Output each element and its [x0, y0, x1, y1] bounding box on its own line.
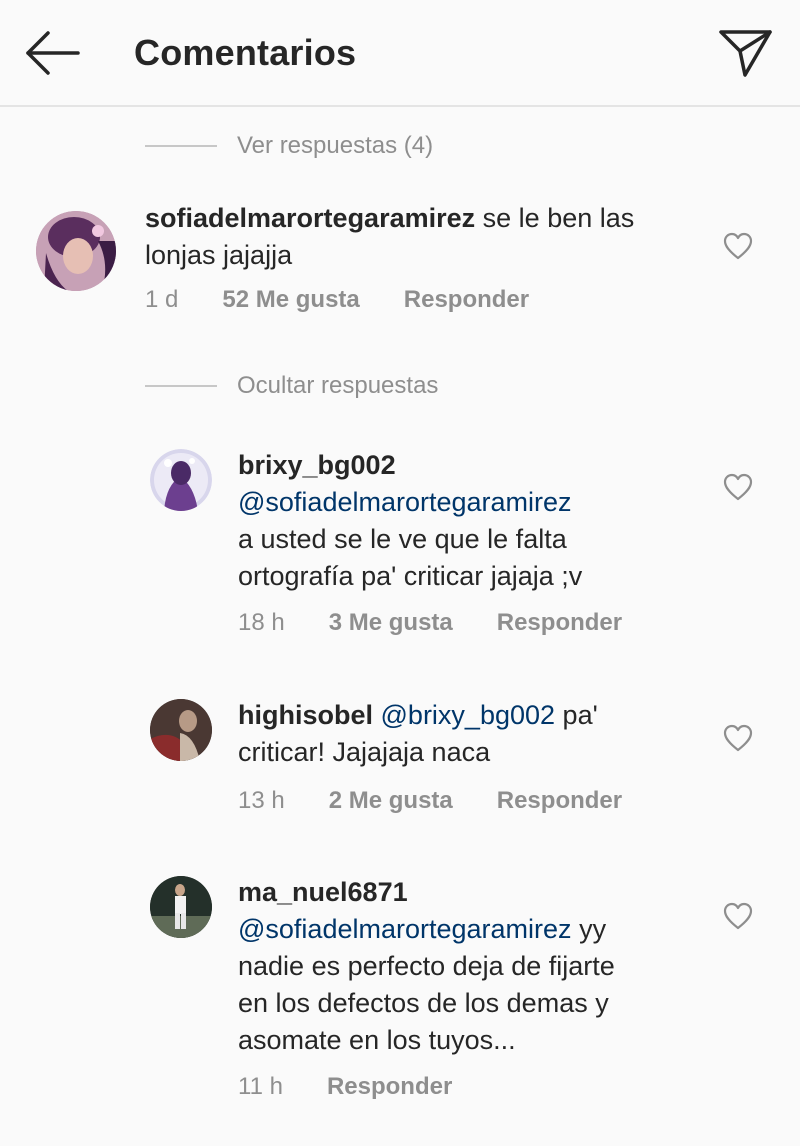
comment-likes[interactable]: 3 Me gusta	[329, 609, 453, 637]
comment-text-line: lonjas jajajja	[145, 240, 293, 270]
comment-body: sofiadelmarortegaramirez se le ben las l…	[145, 200, 705, 274]
avatar[interactable]	[150, 699, 212, 761]
comment-username[interactable]: highisobel	[238, 700, 373, 730]
comment-meta: 13 h 2 Me gusta Responder	[238, 787, 622, 815]
comment-body: brixy_bg002 @sofiadelmarortegaramirez a …	[238, 447, 708, 595]
comment-text-line: ortografía pa' criticar jajaja ;v	[238, 561, 583, 591]
comment-mention[interactable]: @brixy_bg002	[381, 700, 556, 730]
comment-username[interactable]: ma_nuel6871	[238, 877, 408, 907]
comment-text-line: se le ben las	[482, 203, 635, 233]
comment-mention[interactable]: @sofiadelmarortegaramirez	[238, 914, 572, 944]
avatar[interactable]	[150, 449, 212, 511]
comment-meta: 1 d 52 Me gusta Responder	[145, 286, 529, 314]
comments-list: Ver respuestas (4) sofiadelmarortegarami…	[0, 109, 800, 1146]
comment-username[interactable]: brixy_bg002	[238, 450, 396, 480]
reply-button[interactable]: Responder	[497, 609, 622, 637]
avatar[interactable]	[36, 211, 116, 291]
comment-username[interactable]: sofiadelmarortegaramirez	[145, 203, 475, 233]
comment-likes[interactable]: 52 Me gusta	[222, 286, 359, 314]
comment-body: highisobel @brixy_bg002 pa' criticar! Ja…	[238, 697, 718, 771]
comment-meta: 11 h Responder	[238, 1073, 452, 1101]
comment-mention[interactable]: @sofiadelmarortegaramirez	[238, 487, 572, 517]
page-title: Comentarios	[134, 32, 357, 73]
reply-button[interactable]: Responder	[404, 286, 529, 314]
comment-text-line: nadie es perfecto deja de fijarte	[238, 951, 615, 981]
direct-send-icon	[719, 30, 772, 77]
view-replies-label: Ver respuestas (4)	[237, 132, 434, 159]
comment-meta: 18 h 3 Me gusta Responder	[238, 609, 622, 637]
comment-text-line: a usted se le ve que le falta	[238, 524, 567, 554]
back-arrow-icon	[26, 31, 80, 75]
reply-button[interactable]: Responder	[327, 1073, 452, 1101]
comment-time: 11 h	[238, 1073, 283, 1100]
comment-text-line: en los defectos de los demas y	[238, 988, 609, 1018]
heart-icon[interactable]	[723, 473, 753, 501]
hide-replies-toggle[interactable]: Ocultar respuestas	[145, 366, 438, 406]
comment-text-inline: yy	[579, 914, 607, 944]
comment-likes[interactable]: 2 Me gusta	[329, 787, 453, 815]
comment-time: 1 d	[145, 286, 179, 313]
reply-button[interactable]: Responder	[497, 787, 622, 815]
hide-replies-label: Ocultar respuestas	[237, 372, 439, 399]
comment-text-inline: pa'	[562, 700, 598, 730]
header-bar: Comentarios	[0, 0, 800, 107]
back-button[interactable]	[22, 28, 82, 78]
avatar[interactable]	[150, 876, 212, 938]
heart-icon[interactable]	[723, 902, 753, 930]
comment-body: ma_nuel6871 @sofiadelmarortegaramirez yy…	[238, 874, 718, 1059]
comment-text-line: criticar! Jajajaja naca	[238, 737, 491, 767]
comment-time: 13 h	[238, 787, 285, 814]
heart-icon[interactable]	[723, 724, 753, 752]
divider-line	[145, 385, 217, 387]
comment-time: 18 h	[238, 609, 285, 636]
view-replies-toggle[interactable]: Ver respuestas (4)	[145, 126, 433, 166]
divider-line	[145, 145, 217, 147]
comment-text-line: asomate en los tuyos...	[238, 1025, 516, 1055]
direct-send-button[interactable]	[718, 26, 774, 80]
heart-icon[interactable]	[723, 232, 753, 260]
